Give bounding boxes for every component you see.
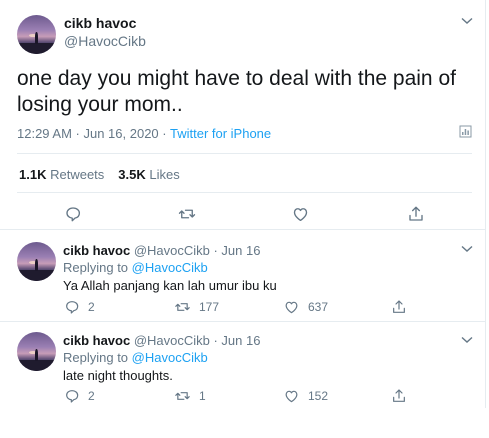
share-icon[interactable] [407, 205, 425, 223]
replying-to-link[interactable]: @HavocCikb [132, 260, 208, 275]
like-icon [285, 301, 298, 314]
replying-to-link[interactable]: @HavocCikb [132, 350, 208, 365]
avatar[interactable] [17, 242, 56, 281]
likes-stat[interactable]: 3.5K Likes [118, 167, 179, 182]
retweet-icon [175, 303, 190, 311]
author-name[interactable]: cikb havoc [63, 243, 130, 258]
analytics-icon[interactable] [459, 125, 472, 138]
avatar[interactable] [17, 15, 56, 54]
like-icon[interactable] [291, 205, 310, 223]
retweet-count: 1 [199, 389, 206, 403]
tweet-meta: 12:29 AM · Jun 16, 2020 · Twitter for iP… [17, 126, 271, 141]
author-name[interactable]: cikb havoc [63, 333, 130, 348]
share-icon [393, 389, 405, 402]
retweet-button[interactable]: 177 [174, 299, 219, 315]
reply-icon [66, 301, 79, 314]
reply-icon[interactable] [64, 205, 82, 223]
reply-meta[interactable]: @HavocCikb · Jun 16 [134, 333, 261, 348]
reply-meta[interactable]: @HavocCikb · Jun 16 [134, 243, 261, 258]
reply-header: cikb havoc @HavocCikb · Jun 16 [63, 243, 260, 258]
reply-count: 2 [88, 389, 95, 403]
share-button[interactable] [391, 299, 407, 315]
tweet-thread: cikb havoc @HavocCikb one day you might … [0, 0, 489, 438]
engagement-stats: 1.1K Retweets 3.5K Likes [19, 167, 180, 182]
replying-to: Replying to @HavocCikb [63, 350, 208, 365]
author-name[interactable]: cikb havoc [64, 15, 136, 31]
tweet-text: one day you might have to deal with the … [17, 67, 456, 116]
reply-button[interactable]: 2 [64, 388, 95, 404]
avatar[interactable] [17, 332, 56, 371]
divider [17, 153, 472, 154]
meta-separator: · [158, 126, 170, 141]
column-border [485, 0, 486, 408]
tweet-source[interactable]: Twitter for iPhone [170, 126, 271, 141]
retweets-stat[interactable]: 1.1K Retweets [19, 167, 104, 182]
like-button[interactable]: 152 [283, 388, 328, 404]
reply-count: 2 [88, 300, 95, 314]
reply-text: Ya Allah panjang kan lah umur ibu ku [63, 278, 277, 293]
reply-icon [66, 390, 79, 403]
retweet-button[interactable]: 1 [174, 388, 206, 404]
like-icon [285, 390, 298, 403]
chevron-down-icon[interactable] [461, 245, 473, 253]
main-action-bar [0, 205, 485, 223]
reply-header: cikb havoc @HavocCikb · Jun 16 [63, 333, 260, 348]
tweet-separator [0, 229, 485, 230]
like-count: 637 [308, 300, 329, 314]
reply-text: late night thoughts. [63, 368, 173, 383]
replying-to: Replying to @HavocCikb [63, 260, 208, 275]
share-icon [393, 300, 405, 313]
tweet-separator [0, 321, 485, 322]
reply-action-bar: 2 177 637 [0, 299, 485, 317]
like-button[interactable]: 637 [283, 299, 328, 315]
chevron-down-icon[interactable] [461, 17, 473, 25]
author-handle[interactable]: @HavocCikb [64, 33, 146, 49]
reply-button[interactable]: 2 [64, 299, 95, 315]
retweet-icon[interactable] [177, 205, 197, 223]
like-count: 152 [308, 389, 329, 403]
share-button[interactable] [391, 388, 407, 404]
tweet-time[interactable]: 12:29 AM · Jun 16, 2020 [17, 126, 159, 141]
retweet-count: 177 [199, 300, 220, 314]
divider [17, 192, 472, 193]
chevron-down-icon[interactable] [461, 336, 473, 344]
retweet-icon [175, 392, 190, 400]
main-tweet: cikb havoc @HavocCikb one day you might … [0, 0, 485, 229]
reply-action-bar: 2 1 152 [0, 388, 485, 406]
